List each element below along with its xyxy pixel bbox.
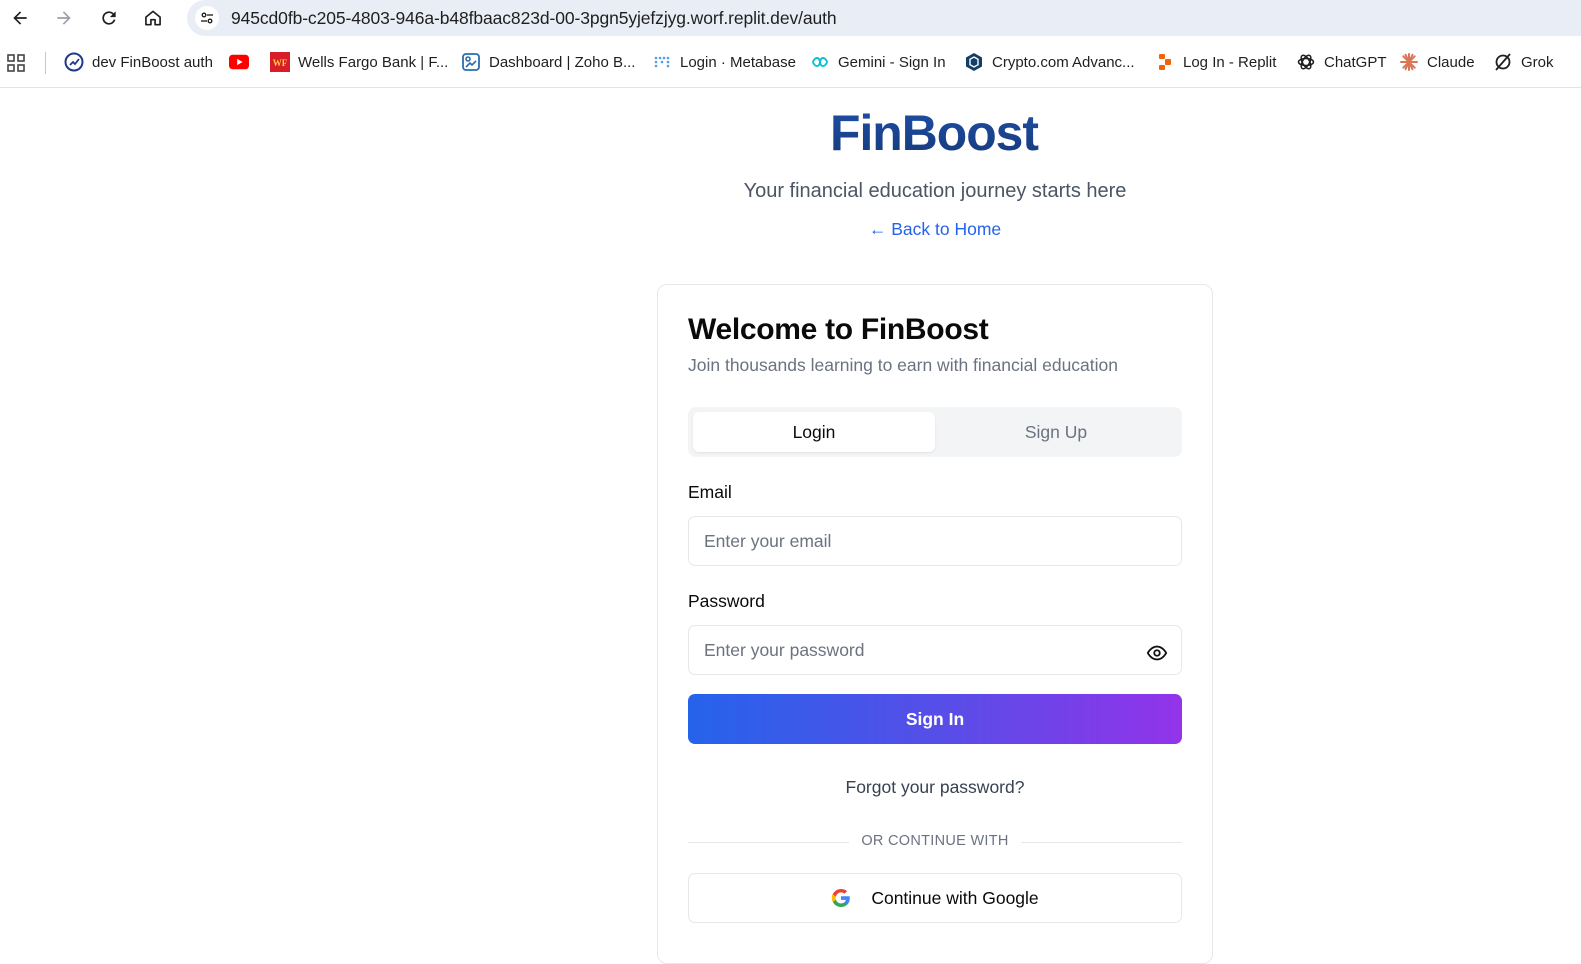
toolbar-divider: [0, 87, 1581, 88]
browser-toolbar: 945cd0fb-c205-4803-946a-b48fbaac823d-00-…: [0, 0, 1581, 36]
svg-text:FinBoost: FinBoost: [830, 106, 1039, 158]
bookmark-gemini[interactable]: Gemini - Sign In: [810, 50, 946, 74]
home-icon[interactable]: [139, 4, 167, 32]
tab-login[interactable]: Login: [693, 412, 935, 452]
bookmark-youtube[interactable]: [229, 50, 249, 74]
youtube-icon: [229, 52, 249, 72]
bookmark-dev-finboost-auth[interactable]: dev FinBoost auth: [64, 50, 213, 74]
password-label: Password: [688, 591, 765, 611]
bookmarks-bar: dev FinBoost auth WF Wells Fargo Bank | …: [0, 42, 1581, 82]
password-field[interactable]: [688, 625, 1182, 675]
continue-with-google-button[interactable]: Continue with Google: [688, 873, 1182, 923]
email-label: Email: [688, 482, 732, 502]
forward-arrow-icon[interactable]: [50, 4, 78, 32]
crypto-com-icon: [964, 52, 984, 72]
tab-sign-up[interactable]: Sign Up: [935, 412, 1177, 452]
bookmark-grok[interactable]: Grok: [1493, 50, 1554, 74]
bookmark-claude[interactable]: Claude: [1399, 50, 1475, 74]
site-info-icon[interactable]: [195, 6, 219, 30]
wells-fargo-icon: WF: [270, 52, 290, 72]
back-to-home-link[interactable]: ← Back to Home: [0, 219, 1581, 240]
card-subtitle: Join thousands learning to earn with fin…: [688, 355, 1119, 375]
show-password-eye-icon[interactable]: [1144, 640, 1170, 666]
grok-icon: [1493, 52, 1513, 72]
bookmarks-separator: [45, 52, 46, 74]
finboost-icon: [64, 52, 84, 72]
bookmark-replit[interactable]: Log In - Replit: [1155, 50, 1276, 74]
gemini-icon: [810, 52, 830, 72]
auth-tabs: Login Sign Up: [688, 407, 1182, 457]
sign-in-button[interactable]: Sign In: [688, 694, 1182, 744]
auth-card: Welcome to FinBoost Join thousands learn…: [657, 284, 1213, 964]
bookmark-wells-fargo[interactable]: WF Wells Fargo Bank | F...: [270, 50, 448, 74]
svg-text:WF: WF: [273, 58, 288, 68]
claude-icon: [1399, 52, 1419, 72]
back-arrow-icon[interactable]: [6, 4, 34, 32]
finboost-logo: FinBoost: [830, 105, 1040, 161]
google-icon: [831, 888, 851, 908]
or-continue-with-text: OR CONTINUE WITH: [849, 833, 1021, 849]
bookmark-crypto-com[interactable]: Crypto.com Advanc...: [964, 50, 1135, 74]
reload-icon[interactable]: [95, 4, 123, 32]
address-bar[interactable]: 945cd0fb-c205-4803-946a-b48fbaac823d-00-…: [187, 0, 1581, 36]
chatgpt-icon: [1296, 52, 1316, 72]
google-button-label: Continue with Google: [871, 887, 1039, 908]
bookmark-chatgpt[interactable]: ChatGPT: [1296, 50, 1387, 74]
url-text[interactable]: 945cd0fb-c205-4803-946a-b48fbaac823d-00-…: [231, 8, 837, 29]
bookmark-zoho-books[interactable]: Dashboard | Zoho B...: [461, 50, 635, 74]
forgot-password-link[interactable]: Forgot your password?: [688, 777, 1182, 798]
card-title: Welcome to FinBoost: [688, 313, 989, 346]
replit-icon: [1155, 52, 1175, 72]
email-field[interactable]: [688, 516, 1182, 566]
or-divider: OR CONTINUE WITH: [688, 833, 1182, 851]
metabase-icon: [652, 52, 672, 72]
zoho-books-icon: [461, 52, 481, 72]
apps-grid-icon[interactable]: [7, 54, 25, 72]
bookmark-metabase[interactable]: Login · Metabase: [652, 50, 796, 74]
tagline: Your financial education journey starts …: [743, 180, 1127, 202]
